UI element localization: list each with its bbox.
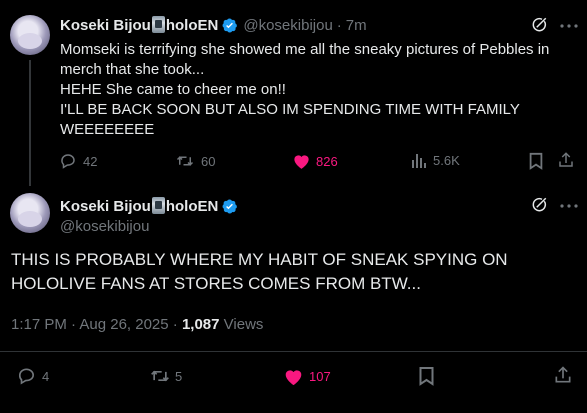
parent-author-handle[interactable]: @kosekibijou: [243, 17, 332, 34]
main-author-handle[interactable]: @kosekibijou: [60, 218, 149, 235]
grok-icon: [532, 197, 547, 212]
smartphone-badge-icon: [151, 16, 165, 33]
main-reply-count: 4: [42, 368, 50, 384]
main-like-button[interactable]: 107: [283, 367, 331, 386]
main-share-button[interactable]: [553, 365, 573, 385]
parent-more-button[interactable]: [560, 24, 578, 28]
parent-reply-count: 42: [83, 153, 98, 169]
main-repost-button[interactable]: 5: [148, 366, 182, 386]
reply-icon: [18, 368, 35, 385]
parent-views-button[interactable]: 5.6K: [411, 152, 460, 168]
verified-badge-icon: [222, 18, 238, 32]
main-more-button[interactable]: [560, 204, 578, 208]
parent-grok-button[interactable]: [530, 16, 548, 34]
parent-like-button[interactable]: 826: [292, 152, 338, 170]
main-tweet-timestamp[interactable]: 1:17 PM · Aug 26, 2025 ·: [11, 316, 182, 333]
more-dots-icon: [560, 24, 578, 28]
thread-line: [29, 60, 31, 186]
main-reply-button[interactable]: 4: [16, 366, 49, 386]
repost-icon: [151, 370, 169, 382]
bookmark-icon: [419, 367, 434, 386]
main-tweet-views-label: Views: [219, 316, 264, 333]
parent-repost-count: 60: [201, 153, 216, 169]
action-bar-top-divider: [0, 351, 587, 352]
parent-bookmark-button[interactable]: [528, 152, 544, 170]
main-tweet-text: THIS IS PROBABLY WHERE MY HABIT OF SNEAK…: [11, 250, 508, 293]
main-bookmark-button[interactable]: [418, 366, 435, 386]
parent-tweet-time[interactable]: 7m: [346, 17, 367, 34]
parent-reply-button[interactable]: 42: [59, 152, 97, 170]
main-like-count: 107: [309, 369, 331, 384]
smartphone-badge-icon: [151, 197, 165, 214]
parent-tweet-header: Koseki Bijou holoEN @kosekibijou · 7m: [60, 16, 367, 34]
parent-share-button[interactable]: [557, 151, 575, 169]
heart-filled-icon: [294, 155, 309, 169]
main-tweet-meta: 1:17 PM · Aug 26, 2025 · 1,087 Views: [11, 316, 263, 333]
header-separator: ·: [336, 16, 342, 34]
share-icon: [559, 152, 573, 167]
share-icon: [555, 366, 571, 383]
parent-author-avatar[interactable]: [10, 15, 50, 55]
main-author-name[interactable]: Koseki Bijou holoEN: [60, 197, 238, 215]
bookmark-icon: [529, 152, 543, 170]
reply-icon: [61, 154, 75, 169]
views-chart-icon: [412, 154, 426, 168]
parent-repost-button[interactable]: 60: [175, 152, 215, 170]
parent-like-count: 826: [316, 153, 338, 169]
verified-badge-icon: [222, 199, 238, 213]
repost-icon: [176, 156, 194, 166]
parent-tweet-text: Momseki is terrifying she showed me all …: [60, 41, 550, 138]
main-tweet-view-count: 1,087: [181, 316, 220, 333]
parent-author-name[interactable]: Koseki Bijou holoEN: [60, 16, 218, 34]
heart-filled-icon: [285, 370, 302, 386]
more-dots-icon: [560, 204, 578, 208]
grok-icon: [532, 17, 547, 32]
main-repost-count: 5: [175, 368, 183, 384]
main-author-avatar[interactable]: [10, 193, 50, 233]
parent-view-count: 5.6K: [433, 152, 460, 168]
main-grok-button[interactable]: [530, 196, 548, 214]
